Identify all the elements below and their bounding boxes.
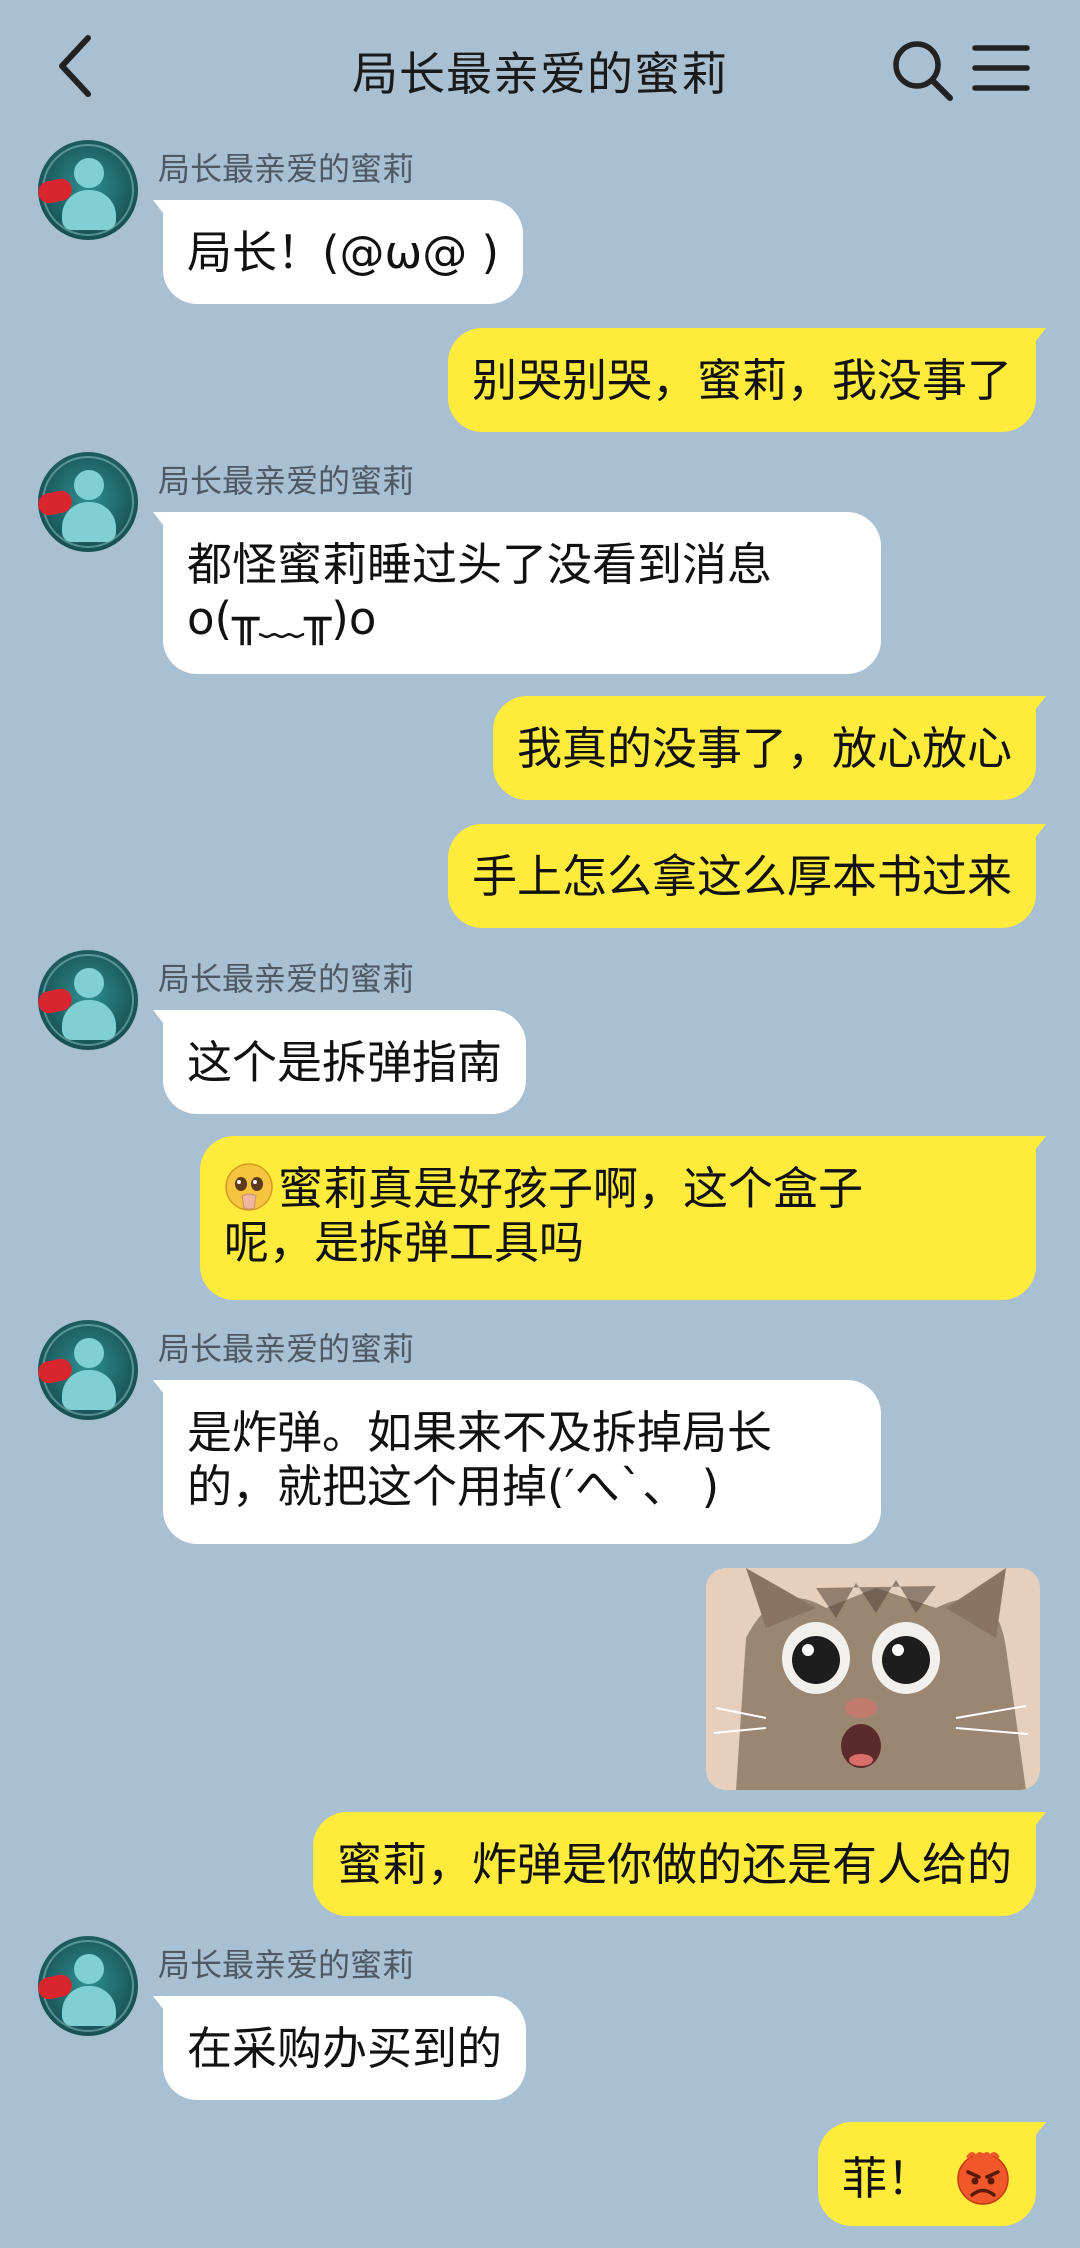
message-text-line: 的，就把这个用掉(′へ`、 ) [187, 1460, 720, 1513]
avatar[interactable] [38, 1936, 138, 2036]
sender-name: 局长最亲爱的蜜莉 [158, 150, 415, 188]
message-text: 在采购办买到的 [187, 2022, 503, 2075]
message-text: 局长！(@ω@ ) [187, 226, 500, 279]
message-text: 我真的没事了，放心放心 [516, 722, 1012, 775]
message-bubble[interactable]: 是炸弹。如果来不及拆掉局长 的，就把这个用掉(′へ`、 ) [153, 1380, 881, 1544]
avatar[interactable] [38, 452, 138, 552]
avatar[interactable] [38, 950, 138, 1050]
message-bubble[interactable]: 手上怎么拿这么厚本书过来 [447, 824, 1047, 928]
message-bubble[interactable]: 蜜莉真是好孩子啊，这个盒子 呢，是拆弹工具吗 [200, 1136, 1046, 1300]
avatar[interactable] [38, 140, 138, 240]
sender-name: 局长最亲爱的蜜莉 [158, 1946, 415, 1984]
sender-name: 局长最亲爱的蜜莉 [158, 1330, 415, 1368]
message-text-line: o(╥﹏╥)o [187, 592, 377, 645]
message-bubble[interactable]: 局长！(@ω@ ) [152, 200, 524, 304]
angry-face-icon [957, 2152, 1009, 2205]
message-text-line: 都怪蜜莉睡过头了没看到消息 [187, 538, 773, 591]
message-bubble[interactable]: 在采购办买到的 [152, 1996, 527, 2100]
message-text-line: 呢，是拆弹工具吗 [224, 1216, 585, 1269]
top-bar: 局长最亲爱的蜜莉 [0, 0, 1080, 135]
message-bubble[interactable]: 这个是拆弹指南 [152, 1010, 527, 1114]
search-icon [893, 41, 953, 101]
avatar[interactable] [38, 1320, 138, 1420]
message-text: 蜜莉，炸弹是你做的还是有人给的 [336, 1838, 1012, 1891]
sender-name: 局长最亲爱的蜜莉 [158, 960, 415, 998]
message-bubble[interactable]: 我真的没事了，放心放心 [492, 696, 1047, 800]
message-text: 这个是拆弹指南 [187, 1036, 503, 1089]
message-text: 别哭别哭，蜜莉，我没事了 [471, 354, 1012, 407]
message-text: 菲！ [841, 2152, 932, 2205]
shocked-cat-photo[interactable] [706, 1568, 1040, 1790]
message-text-line: 是炸弹。如果来不及拆掉局长 [187, 1406, 773, 1459]
pleading-face-icon [225, 1163, 273, 1211]
sender-name: 局长最亲爱的蜜莉 [158, 462, 415, 500]
message-bubble[interactable]: 蜜莉，炸弹是你做的还是有人给的 [312, 1812, 1047, 1916]
menu-icon [972, 45, 1030, 91]
message-text: 手上怎么拿这么厚本书过来 [471, 850, 1012, 903]
message-bubble[interactable]: 都怪蜜莉睡过头了没看到消息 o(╥﹏╥)o [153, 512, 881, 674]
cat-image [706, 1568, 1040, 1790]
search-button[interactable] [890, 38, 954, 102]
message-text-line: 蜜莉真是好孩子啊，这个盒子 [278, 1162, 864, 1215]
menu-button[interactable] [972, 42, 1030, 94]
message-bubble[interactable]: 菲！ [817, 2122, 1047, 2226]
message-bubble[interactable]: 别哭别哭，蜜莉，我没事了 [447, 328, 1047, 432]
